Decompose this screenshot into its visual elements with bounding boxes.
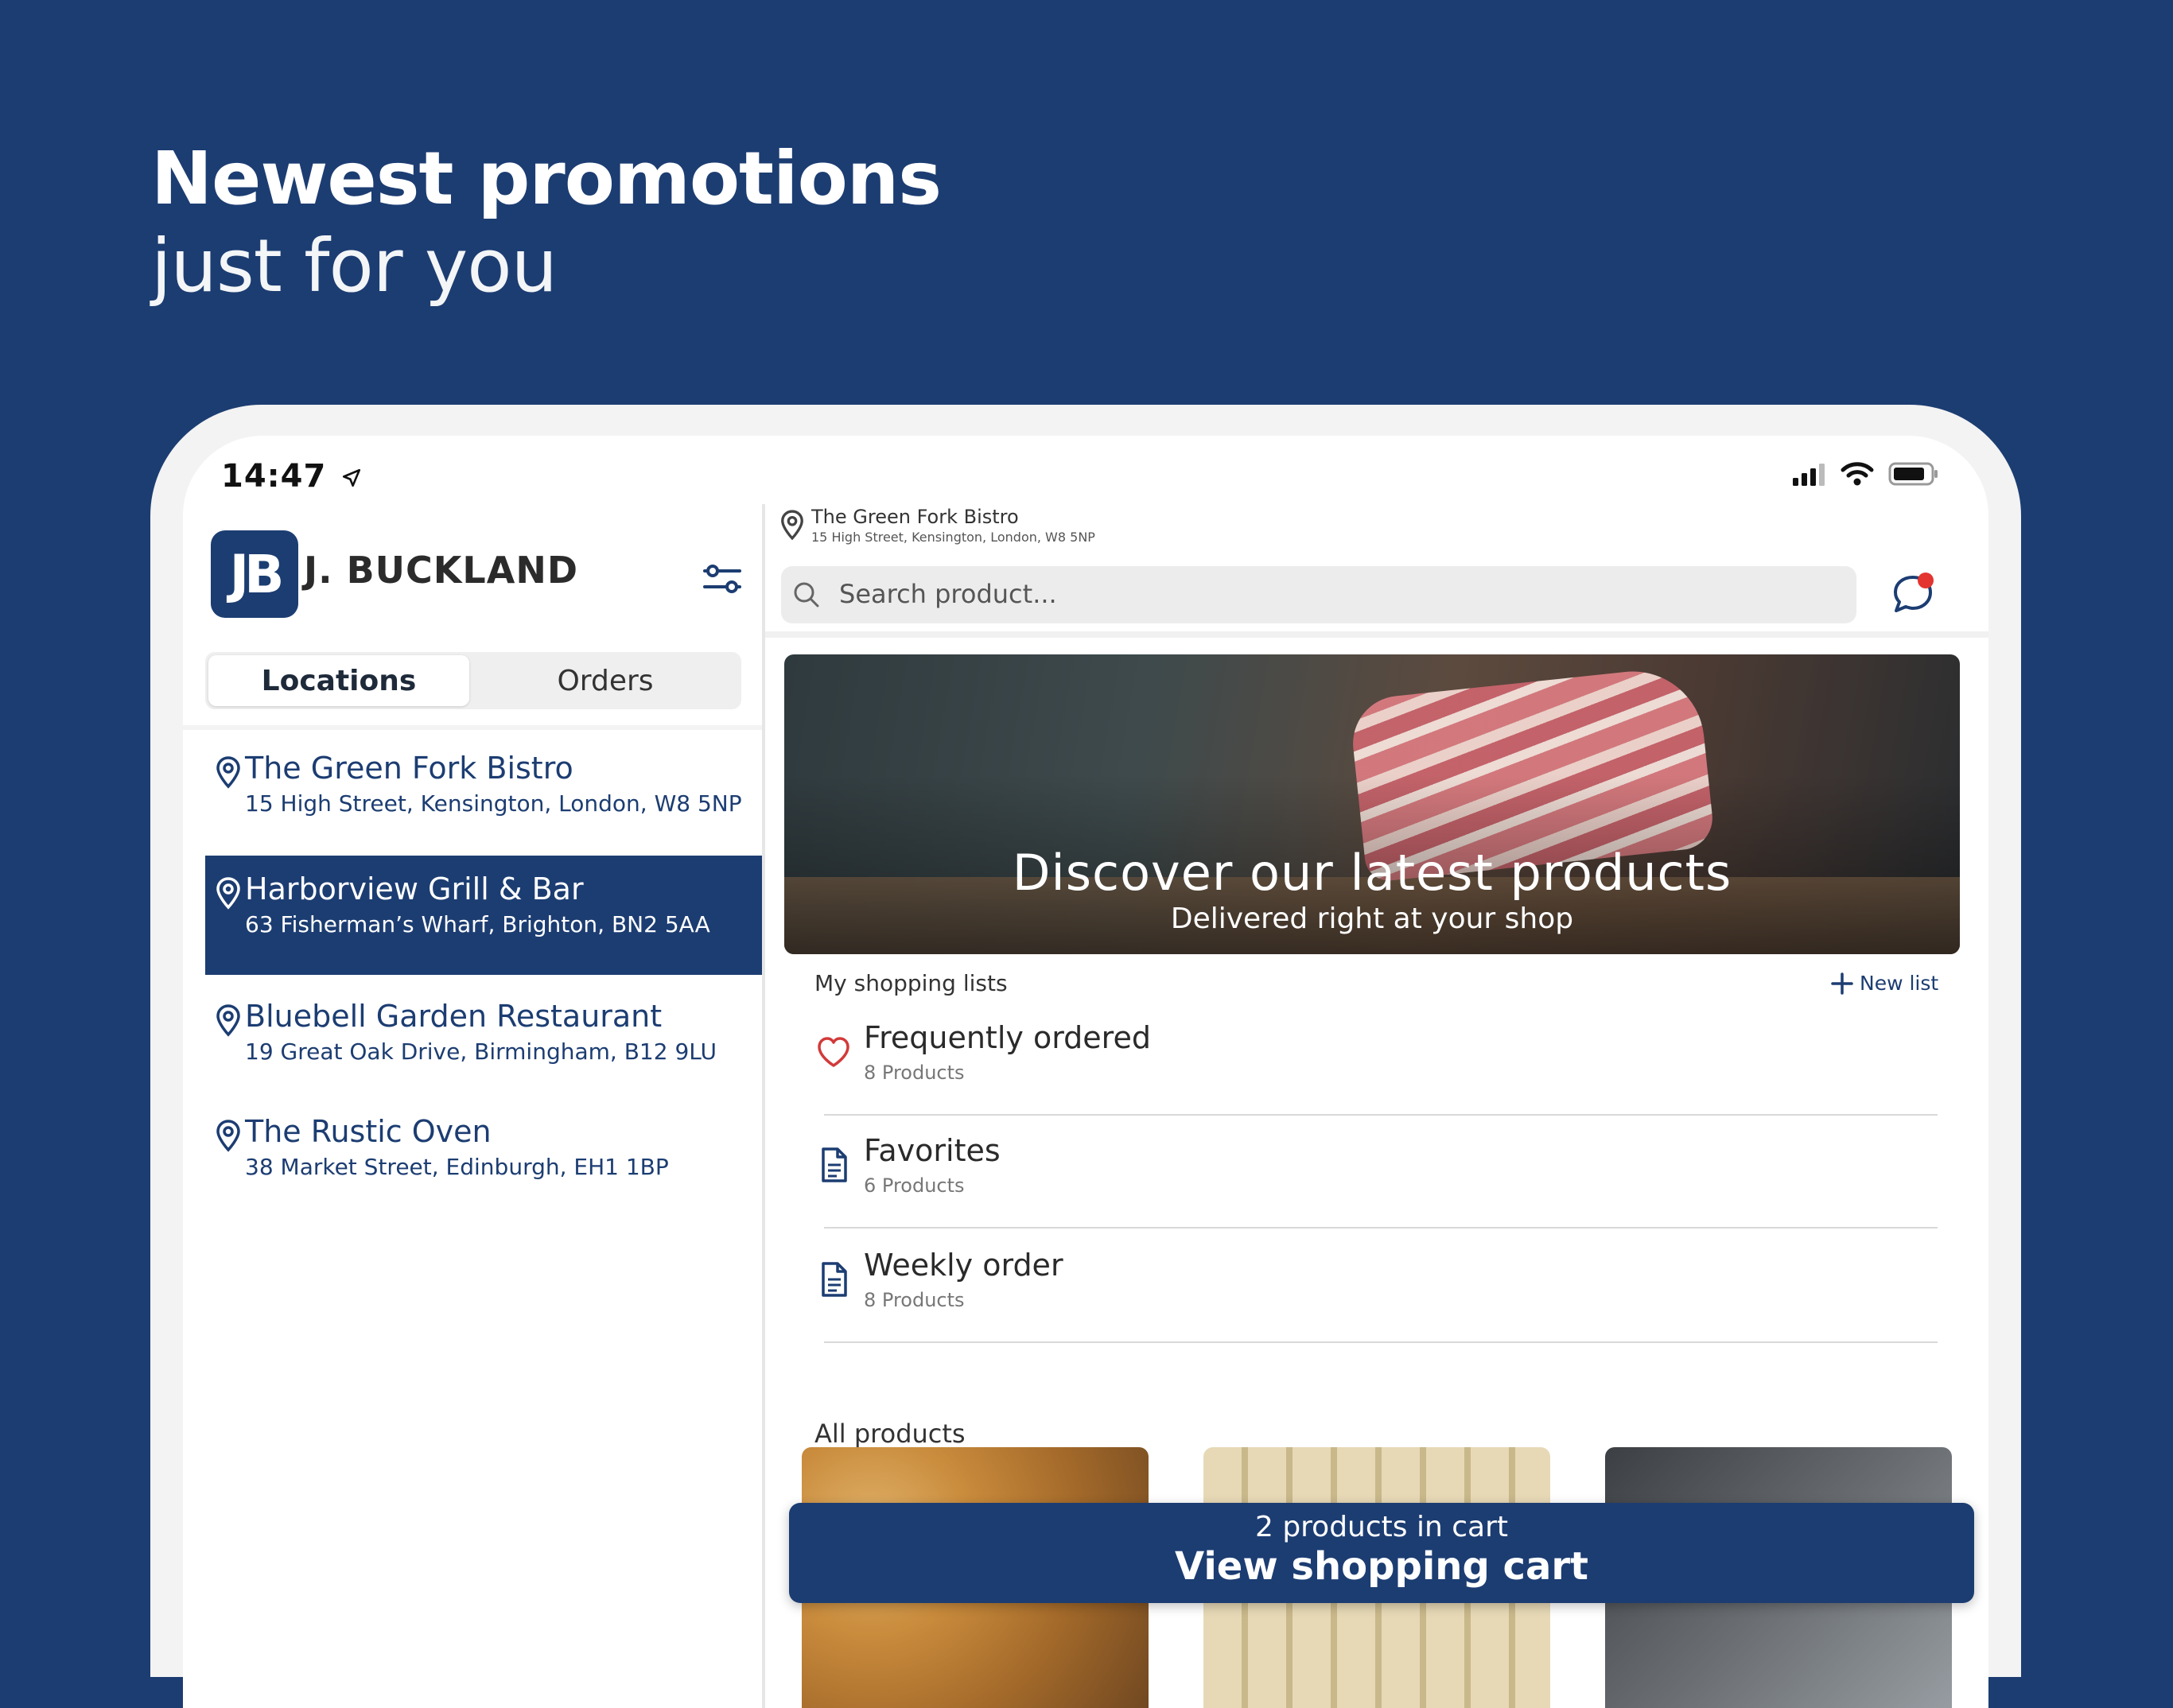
location-address: 15 High Street, Kensington, London, W8 5… — [245, 790, 742, 817]
brand-logo: JB — [211, 530, 298, 618]
segmented-control: Locations Orders — [205, 652, 741, 709]
tab-locations[interactable]: Locations — [208, 655, 469, 706]
tab-orders[interactable]: Orders — [472, 655, 738, 706]
new-list-label: New list — [1860, 972, 1939, 995]
hero-title-line1: Newest promotions — [151, 136, 942, 221]
location-item-selected[interactable]: Harborview Grill & Bar 63 Fisherman’s Wh… — [205, 856, 762, 975]
chat-icon[interactable] — [1889, 569, 1938, 619]
location-name: Bluebell Garden Restaurant — [245, 999, 663, 1034]
view-cart-label: View shopping cart — [1175, 1544, 1588, 1589]
search-input[interactable]: Search product... — [781, 566, 1856, 623]
location-address: 19 Great Oak Drive, Birmingham, B12 9LU — [245, 1038, 717, 1065]
all-products-heading: All products — [814, 1419, 966, 1449]
shopping-list-title: Frequently ordered — [864, 1020, 1151, 1055]
shopping-list-item[interactable]: Weekly order 8 Products — [814, 1230, 1938, 1343]
divider — [824, 1227, 1938, 1229]
location-name: The Rustic Oven — [245, 1114, 492, 1149]
shopping-list-item[interactable]: Favorites 6 Products — [814, 1116, 1938, 1229]
search-icon — [794, 582, 819, 608]
search-placeholder: Search product... — [839, 579, 1057, 609]
divider — [765, 631, 1988, 638]
banner-subtitle: Delivered right at your shop — [1170, 903, 1574, 935]
location-pin-icon — [216, 756, 240, 789]
location-item[interactable]: The Rustic Oven 38 Market Street, Edinbu… — [205, 1098, 762, 1217]
sidebar: JB J. BUCKLAND Locations Orders The Gree… — [183, 436, 762, 1708]
location-pin-icon — [216, 877, 240, 910]
cart-count-text: 2 products in cart — [1254, 1511, 1509, 1543]
divider — [824, 1341, 1938, 1343]
new-list-button[interactable]: New list — [1831, 972, 1938, 995]
divider — [183, 725, 762, 730]
location-name: Harborview Grill & Bar — [245, 871, 584, 906]
banner-title: Discover our latest products — [1012, 844, 1732, 902]
shopping-list-count: 8 Products — [864, 1062, 965, 1084]
location-pin-icon — [216, 1120, 240, 1152]
plus-icon — [1831, 972, 1853, 995]
shopping-lists-heading: My shopping lists — [814, 970, 1008, 996]
app-screen: 14:47 JB J. BUCKLAND Locations Orders Th… — [183, 436, 1988, 1708]
hero-title: Newest promotions just for you — [151, 135, 942, 310]
filter-icon[interactable] — [700, 557, 744, 601]
location-item[interactable]: The Green Fork Bistro 15 High Street, Ke… — [205, 735, 762, 854]
location-pin-icon — [216, 1004, 240, 1037]
location-pin-icon — [781, 510, 803, 541]
location-item[interactable]: Bluebell Garden Restaurant 19 Great Oak … — [205, 983, 762, 1102]
location-address: 63 Fisherman’s Wharf, Brighton, BN2 5AA — [245, 911, 710, 937]
shopping-list-title: Favorites — [864, 1133, 1001, 1168]
hero-title-line2: just for you — [151, 223, 558, 309]
current-location-address: 15 High Street, Kensington, London, W8 5… — [811, 530, 1095, 545]
view-cart-button[interactable]: 2 products in cart View shopping cart — [789, 1503, 1974, 1603]
heart-icon — [818, 1037, 849, 1067]
document-icon — [822, 1262, 847, 1297]
shopping-list-count: 8 Products — [864, 1289, 965, 1311]
shopping-list-count: 6 Products — [864, 1174, 965, 1197]
location-address: 38 Market Street, Edinburgh, EH1 1BP — [245, 1154, 669, 1180]
document-icon — [822, 1147, 847, 1182]
current-location-name[interactable]: The Green Fork Bistro — [811, 506, 1019, 528]
promo-banner[interactable]: Discover our latest products Delivered r… — [784, 654, 1960, 954]
shopping-list-title: Weekly order — [864, 1248, 1063, 1283]
shopping-list-item[interactable]: Frequently ordered 8 Products — [814, 1003, 1938, 1116]
tablet-frame: 14:47 JB J. BUCKLAND Locations Orders Th… — [150, 405, 2021, 1708]
brand-name: J. BUCKLAND — [304, 549, 579, 592]
location-name: The Green Fork Bistro — [245, 751, 573, 786]
